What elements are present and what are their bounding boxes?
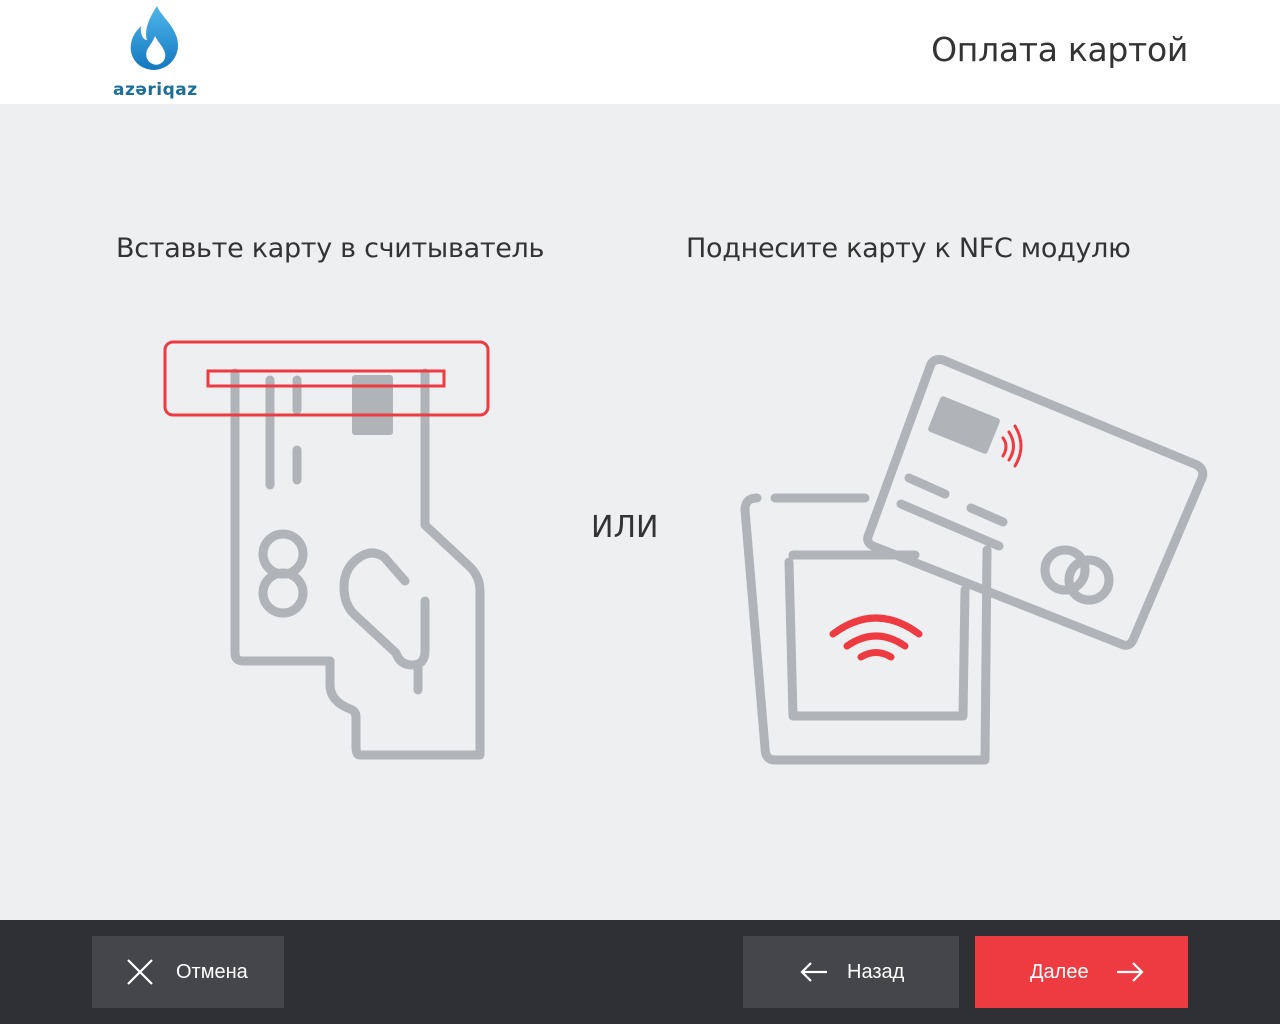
logo-text: azəriqaz — [113, 80, 198, 100]
cancel-button[interactable]: Отмена — [92, 936, 284, 1008]
azeriqaz-logo: azəriqaz — [110, 4, 200, 100]
cancel-button-label: Отмена — [176, 961, 248, 983]
close-icon — [127, 959, 153, 985]
card-insert-illustration — [163, 340, 490, 760]
insert-card-title: Вставьте карту в считыватель — [116, 233, 545, 264]
footer-bar: Отмена Назад Далее — [0, 920, 1280, 1024]
page-title: Оплата картой — [931, 30, 1188, 69]
or-label: ИЛИ — [591, 510, 659, 545]
back-button-label: Назад — [847, 961, 905, 983]
next-button-label: Далее — [1030, 961, 1089, 983]
next-button[interactable]: Далее — [975, 936, 1188, 1008]
header: azəriqaz Оплата картой — [0, 0, 1280, 104]
nfc-illustration — [740, 355, 1208, 765]
nfc-title: Поднесите карту к NFC модулю — [686, 233, 1131, 264]
flame-icon — [130, 6, 179, 70]
arrow-right-icon — [1117, 962, 1144, 982]
back-button[interactable]: Назад — [743, 936, 959, 1008]
arrow-left-icon — [800, 962, 827, 982]
